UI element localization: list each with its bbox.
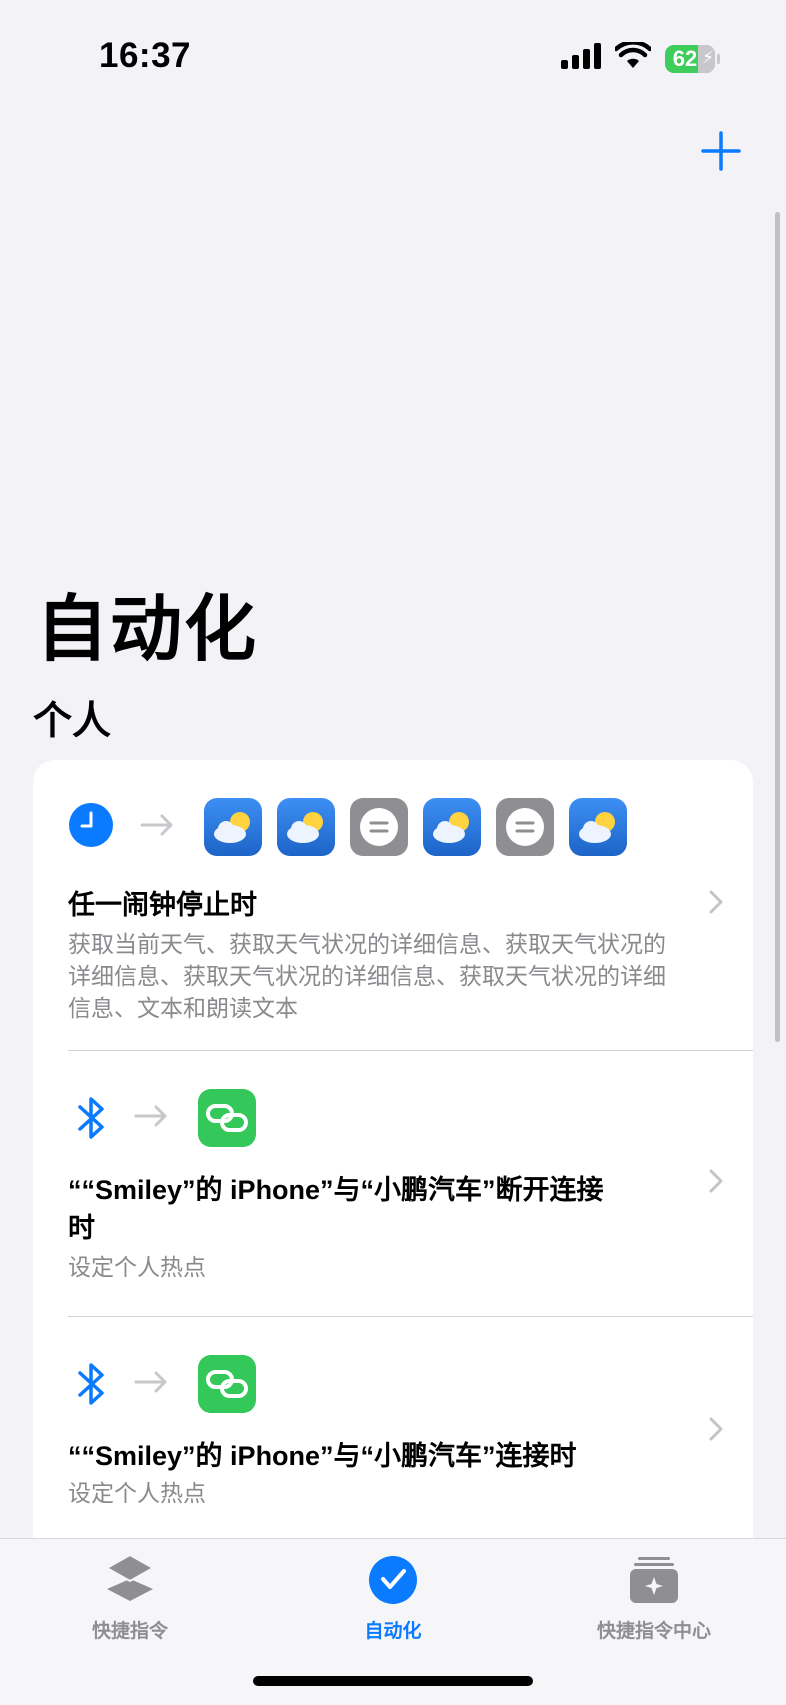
automation-icons xyxy=(68,1355,271,1413)
link-icon xyxy=(198,1355,256,1413)
weather-icon xyxy=(277,798,335,856)
add-automation-button[interactable] xyxy=(696,126,746,176)
weather-icon xyxy=(423,798,481,856)
tab-label: 快捷指令 xyxy=(91,1621,168,1642)
arrow-right-icon xyxy=(134,1371,168,1398)
scroll-indicator[interactable] xyxy=(775,212,780,1042)
battery-nub xyxy=(717,53,720,64)
page-title: 自动化 xyxy=(36,590,259,670)
status-bar: 16:37 62 ⚡ xyxy=(0,0,786,110)
layers-icon xyxy=(103,1549,157,1612)
weather-icon xyxy=(204,798,262,856)
status-icons: 62 ⚡ xyxy=(561,40,720,75)
automation-row-connect[interactable]: ““Smiley”的 iPhone”与“小鹏汽车”连接时 设定个人热点 xyxy=(33,1317,753,1560)
automation-title: ““Smiley”的 iPhone”与“小鹏汽车”断开连接时 xyxy=(68,1175,604,1243)
automation-title: ““Smiley”的 iPhone”与“小鹏汽车”连接时 xyxy=(68,1441,577,1471)
automation-title: 任一闹钟停止时 xyxy=(68,890,257,920)
battery-icon: 62 ⚡ xyxy=(665,44,715,73)
plus-icon xyxy=(701,131,741,171)
chevron-right-icon xyxy=(709,1169,723,1198)
automation-icons xyxy=(68,1089,271,1147)
automation-icons xyxy=(68,798,642,856)
checkmark-circle-icon xyxy=(364,1549,422,1612)
tab-label: 快捷指令中心 xyxy=(596,1621,711,1642)
automation-subtitle: 设定个人热点 xyxy=(68,1254,206,1280)
link-icon xyxy=(198,1089,256,1147)
tab-gallery[interactable]: 快捷指令中心 xyxy=(554,1549,754,1643)
wifi-icon xyxy=(613,40,653,75)
chevron-right-icon xyxy=(709,1417,723,1446)
tab-label: 自动化 xyxy=(364,1621,422,1642)
section-title: 个人 xyxy=(33,700,112,743)
automation-row-disconnect[interactable]: ““Smiley”的 iPhone”与“小鹏汽车”断开连接时 设定个人热点 xyxy=(33,1051,753,1316)
charging-bolt-icon: ⚡ xyxy=(702,47,714,67)
tab-shortcuts[interactable]: 快捷指令 xyxy=(30,1549,230,1643)
automation-subtitle: 设定个人热点 xyxy=(68,1480,206,1506)
clock-icon xyxy=(68,802,114,853)
weather-icon xyxy=(569,798,627,856)
home-indicator[interactable] xyxy=(253,1676,533,1686)
automation-subtitle: 获取当前天气、获取天气状况的详细信息、获取天气状况的详细信息、获取天气状况的详细… xyxy=(68,931,666,1021)
text-icon xyxy=(350,798,408,856)
automation-row-alarm[interactable]: 任一闹钟停止时 获取当前天气、获取天气状况的详细信息、获取天气状况的详细信息、获… xyxy=(33,760,753,1050)
arrow-right-icon xyxy=(140,814,174,841)
bluetooth-icon xyxy=(68,1095,114,1141)
signal-icon xyxy=(561,43,601,74)
automation-list: 任一闹钟停止时 获取当前天气、获取天气状况的详细信息、获取天气状况的详细信息、获… xyxy=(33,760,753,1560)
tab-automation[interactable]: 自动化 xyxy=(293,1549,493,1643)
bluetooth-icon xyxy=(68,1361,114,1407)
text-icon xyxy=(496,798,554,856)
arrow-right-icon xyxy=(134,1105,168,1132)
status-time: 16:37 xyxy=(99,36,192,75)
battery-level: 62 xyxy=(672,45,698,71)
chevron-right-icon xyxy=(709,890,723,919)
gallery-icon xyxy=(627,1549,681,1612)
